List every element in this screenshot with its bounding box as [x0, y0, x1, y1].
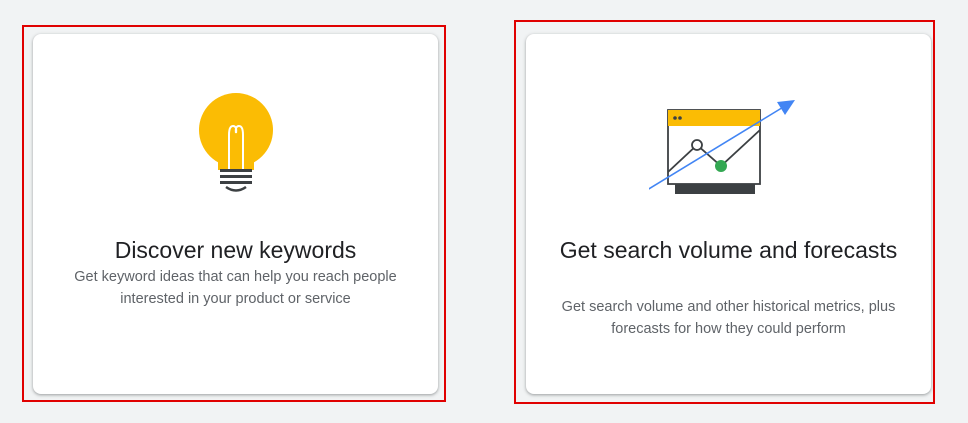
trend-chart-icon	[526, 98, 931, 198]
discover-keywords-card[interactable]: Discover new keywords Get keyword ideas …	[33, 34, 438, 394]
lightbulb-icon	[33, 90, 438, 196]
card-title: Discover new keywords	[114, 237, 357, 263]
card-description: Get keyword ideas that can help you reac…	[74, 269, 397, 307]
search-volume-forecast-card[interactable]: Get search volume and forecasts Get sear…	[526, 34, 931, 394]
card-description: Get search volume and other historical m…	[561, 299, 896, 337]
card-title: Get search volume and forecasts	[559, 237, 898, 263]
